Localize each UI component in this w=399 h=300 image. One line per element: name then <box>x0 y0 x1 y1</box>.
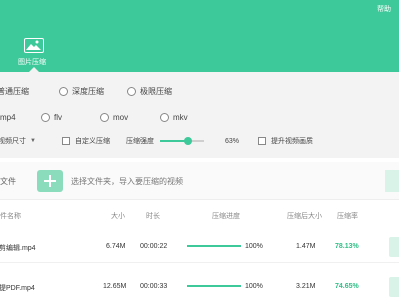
col-duration: 时长 <box>146 213 160 220</box>
compress-ratio: 74.65% <box>335 283 359 290</box>
checkbox-box <box>258 137 266 145</box>
after-size: 1.47M <box>296 243 316 250</box>
radio-circle <box>127 86 136 96</box>
settings-row: 视频尺寸 ▼ 自定义压缩 压缩强度 63% 提升视频画质 <box>0 133 399 149</box>
active-tab-indicator <box>29 67 39 72</box>
radio-format-mov[interactable]: mov <box>100 110 128 124</box>
table-row[interactable]: 剪编辑.mp4 6.74M 00:00:22 100% 1.47M 78.13% <box>0 233 399 263</box>
radio-circle <box>160 112 169 122</box>
file-name: 提PDF.mp4 <box>0 285 35 292</box>
add-folder-hint: 选择文件夹，导入要压缩的视频 <box>71 177 183 186</box>
radio-circle <box>41 112 50 122</box>
format-label: mkv <box>173 112 188 122</box>
strength-value-text: 63% <box>225 137 240 145</box>
slider-handle[interactable] <box>183 137 192 145</box>
radio-format-flv[interactable]: flv <box>41 110 62 124</box>
table-row[interactable]: 提PDF.mp4 12.65M 00:00:33 100% 3.21M 74.6… <box>0 273 399 300</box>
custom-compress-checkbox[interactable]: 自定义压缩 <box>62 133 110 149</box>
table-header: 件名称 大小 时长 压缩进度 压缩后大小 压缩率 <box>0 211 399 223</box>
help-link[interactable]: 帮助 <box>377 4 391 14</box>
select-value: 视频尺寸 <box>0 138 26 145</box>
chevron-down-icon: ▼ <box>30 138 36 144</box>
checkbox-box <box>62 137 70 145</box>
add-folder-button[interactable] <box>37 170 63 192</box>
radio-deep-compress[interactable]: 深度压缩 <box>59 84 104 98</box>
mode-label: 深度压缩 <box>72 86 104 96</box>
strength-value: 63% <box>225 133 239 149</box>
progress-text: 100% <box>245 243 263 250</box>
checkbox-label: 自定义压缩 <box>75 138 110 145</box>
checkbox-label: 提升视频画质 <box>271 138 313 145</box>
compress-ratio: 78.13% <box>335 243 359 250</box>
add-files-bar: 文件 选择文件夹，导入要压缩的视频 <box>0 162 399 200</box>
row-action-button[interactable] <box>389 237 399 257</box>
radio-format-mp4[interactable]: mp4 <box>0 110 16 124</box>
radio-format-mkv[interactable]: mkv <box>160 110 188 124</box>
file-duration: 00:00:22 <box>140 243 168 250</box>
format-group: mp4 flv mov mkv <box>0 110 399 124</box>
format-label: mp4 <box>0 112 16 122</box>
image-icon <box>24 38 44 53</box>
progress-bar <box>187 245 241 247</box>
file-name: 剪编辑.mp4 <box>0 245 36 252</box>
col-after-size: 压缩后大小 <box>287 213 322 220</box>
enhance-quality-checkbox[interactable]: 提升视频画质 <box>258 133 313 149</box>
progress-text: 100% <box>245 283 263 290</box>
radio-circle <box>100 112 109 122</box>
radio-circle <box>59 86 68 96</box>
file-duration: 00:00:33 <box>140 283 168 290</box>
format-label: mov <box>113 112 129 122</box>
row-action-button[interactable] <box>389 277 399 297</box>
col-ratio: 压缩率 <box>337 213 358 220</box>
radio-extreme-compress[interactable]: 极限压缩 <box>127 84 172 98</box>
start-compress-button[interactable] <box>385 170 399 192</box>
video-size-select[interactable]: 视频尺寸 ▼ <box>0 133 36 149</box>
progress-bar <box>187 285 241 287</box>
strength-label: 压缩强度 <box>126 133 154 149</box>
file-size: 6.74M <box>106 243 126 250</box>
col-size: 大小 <box>111 213 125 220</box>
app-header: 帮助 图片压缩 <box>0 0 399 72</box>
strength-slider[interactable] <box>160 137 204 145</box>
mode-label: 极限压缩 <box>140 86 172 96</box>
mode-label: 普通压缩 <box>0 86 29 96</box>
strength-label-text: 压缩强度 <box>126 138 154 145</box>
col-name: 件名称 <box>0 213 21 220</box>
format-label: flv <box>54 112 62 122</box>
tab-label: 图片压缩 <box>18 59 46 66</box>
add-file-label[interactable]: 文件 <box>0 176 16 187</box>
compress-mode-group: 普通压缩 深度压缩 极限压缩 <box>0 84 399 98</box>
col-progress: 压缩进度 <box>212 213 240 220</box>
file-size: 12.65M <box>103 283 127 290</box>
after-size: 3.21M <box>296 283 316 290</box>
radio-normal-compress[interactable]: 普通压缩 <box>0 84 29 98</box>
